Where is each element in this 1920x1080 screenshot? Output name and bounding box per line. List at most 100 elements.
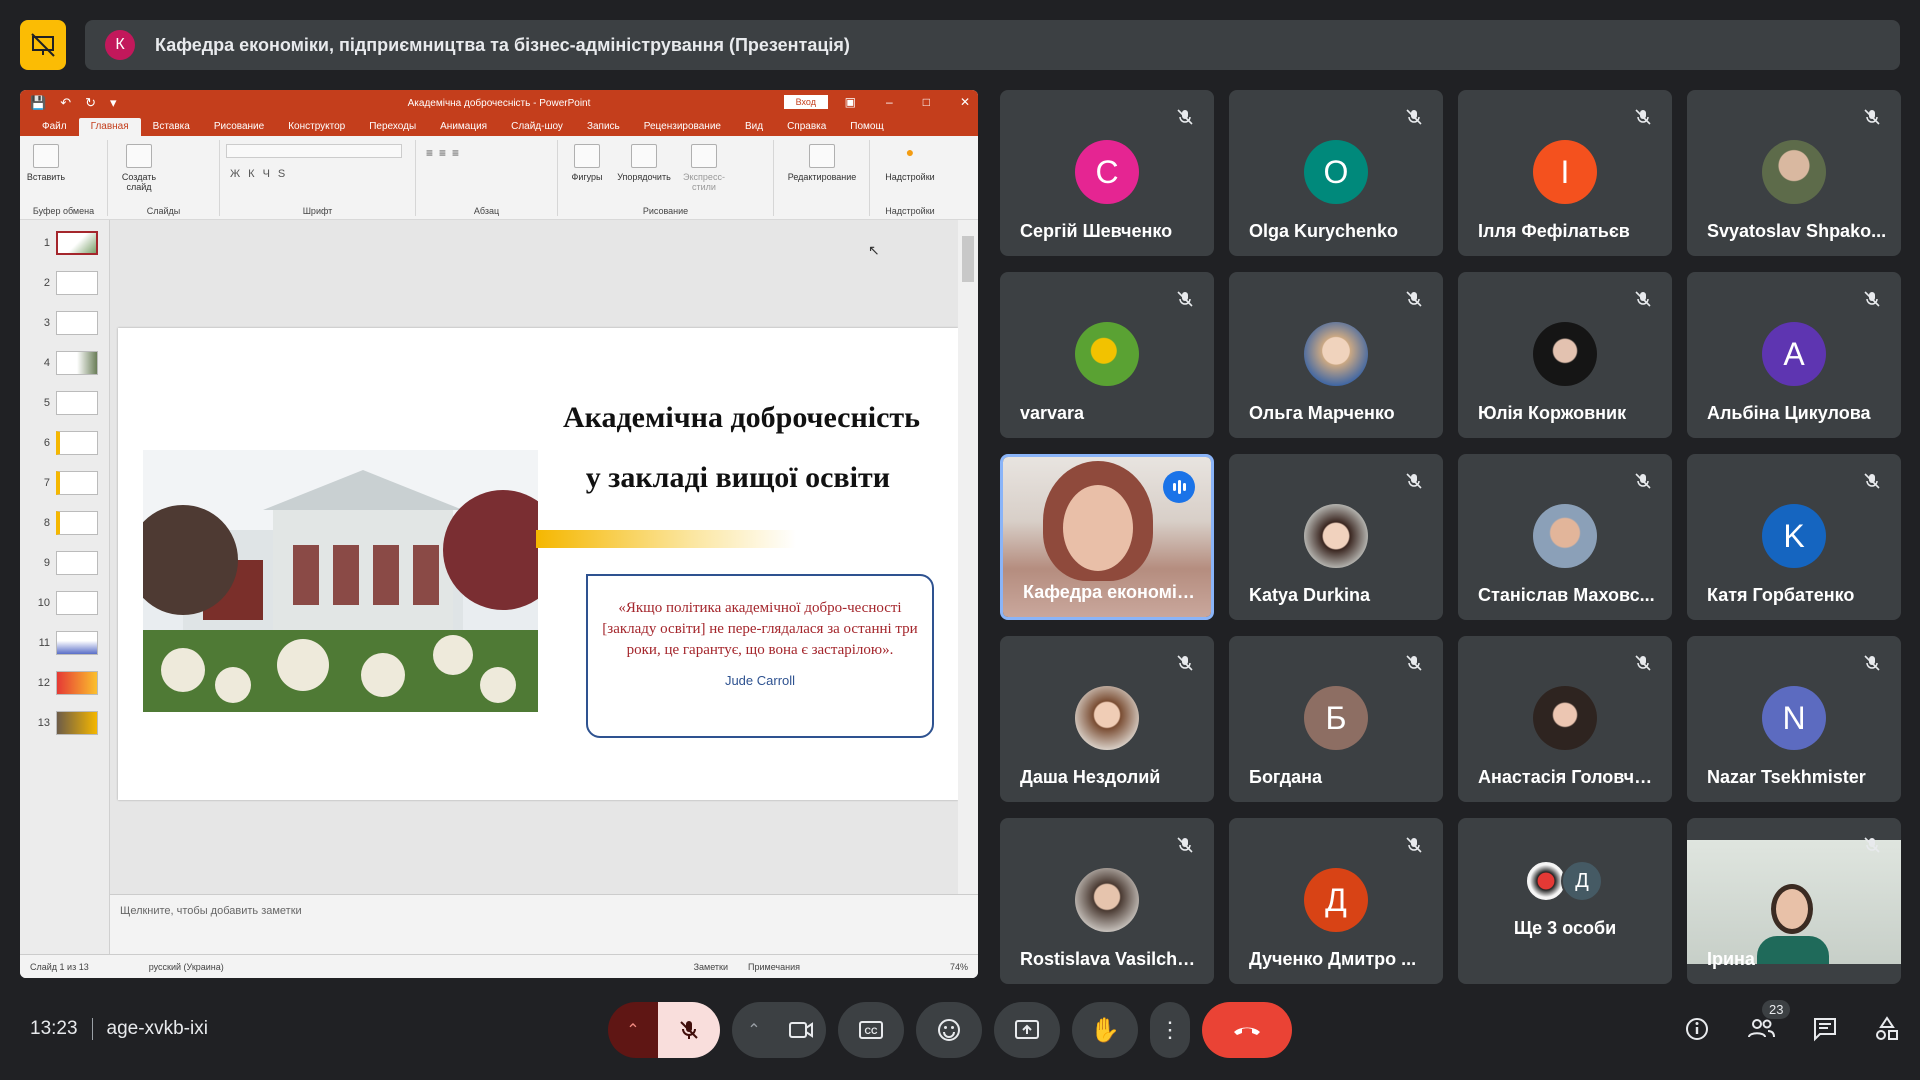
tab-record[interactable]: Запись bbox=[575, 118, 632, 136]
slide-thumb[interactable]: 2 bbox=[30, 268, 100, 298]
people-button[interactable]: 23 bbox=[1746, 1000, 1791, 1047]
ribbon-options-icon[interactable]: ▣ bbox=[845, 95, 856, 109]
reactions-button[interactable] bbox=[916, 1002, 982, 1058]
participant-tile[interactable]: Анастасія Головче... bbox=[1458, 636, 1672, 802]
paste-button[interactable]: Вставить bbox=[26, 144, 66, 182]
scrollbar-thumb[interactable] bbox=[962, 236, 974, 282]
presentation-icon[interactable] bbox=[20, 20, 66, 70]
tab-review[interactable]: Рецензирование bbox=[632, 118, 733, 136]
more-participants-tile[interactable]: Д Ще 3 особи bbox=[1458, 818, 1672, 984]
slide-thumb[interactable]: 9 bbox=[30, 548, 100, 578]
participant-tile[interactable]: Svyatoslav Shpako... bbox=[1687, 90, 1901, 256]
font-group: ЖКЧS Шрифт bbox=[220, 140, 416, 216]
participant-tile[interactable]: Ірина bbox=[1687, 818, 1901, 984]
more-participants-avatars: Д bbox=[1525, 860, 1603, 902]
save-icon[interactable]: 💾 bbox=[30, 95, 46, 111]
arrange-button[interactable]: Упорядочить bbox=[614, 144, 674, 182]
tab-help[interactable]: Справка bbox=[775, 118, 838, 136]
slide-thumb[interactable]: 12 bbox=[30, 668, 100, 698]
tab-animations[interactable]: Анимация bbox=[428, 118, 499, 136]
slide-thumb[interactable]: 10 bbox=[30, 588, 100, 618]
list-icons[interactable]: ≡≡≡ bbox=[426, 146, 465, 160]
express-styles-button[interactable]: Экспресс-стили bbox=[676, 144, 732, 192]
tab-file[interactable]: Файл bbox=[30, 118, 79, 136]
font-format-icons[interactable]: ЖКЧS bbox=[230, 168, 293, 180]
participant-tile[interactable]: K Катя Горбатенко bbox=[1687, 454, 1901, 620]
tab-insert[interactable]: Вставка bbox=[141, 118, 202, 136]
slide-thumb[interactable]: 3 bbox=[30, 308, 100, 338]
font-name-select[interactable] bbox=[226, 144, 402, 158]
customize-icon[interactable]: ▾ bbox=[110, 95, 117, 111]
notes-toggle[interactable]: Заметки bbox=[694, 962, 728, 972]
ppt-document-title: Академічна доброчесність - PowerPoint bbox=[407, 97, 591, 109]
participant-tile[interactable]: A Альбіна Цикулова bbox=[1687, 272, 1901, 438]
slide-thumb[interactable]: 7 bbox=[30, 468, 100, 498]
tab-home[interactable]: Главная bbox=[78, 118, 141, 136]
maximize-icon[interactable]: □ bbox=[923, 95, 930, 109]
slide-thumb[interactable]: 1 bbox=[30, 228, 100, 258]
participant-tile[interactable]: Станіслав Маховс... bbox=[1458, 454, 1672, 620]
participant-tile[interactable]: Даша Нездолий bbox=[1000, 636, 1214, 802]
participant-tile[interactable]: Ольга Марченко bbox=[1229, 272, 1443, 438]
tab-transitions[interactable]: Переходы bbox=[357, 118, 428, 136]
participant-tile[interactable]: N Nazar Tsekhmister bbox=[1687, 636, 1901, 802]
notes-pane[interactable]: Щелкните, чтобы добавить заметки bbox=[110, 894, 978, 954]
new-slide-icon bbox=[126, 144, 152, 168]
participant-tile[interactable]: I Ілля Фефілатьєв bbox=[1458, 90, 1672, 256]
zoom-level[interactable]: 74% bbox=[950, 962, 968, 972]
addins-button[interactable]: ● Надстройки bbox=[876, 144, 944, 182]
redo-icon[interactable]: ↻ bbox=[85, 95, 96, 111]
participant-tile-active-speaker[interactable]: Кафедра економік... bbox=[1000, 454, 1214, 620]
tab-tell-me[interactable]: Помощ bbox=[838, 118, 895, 136]
participant-tile[interactable]: Katya Durkina bbox=[1229, 454, 1443, 620]
tab-slideshow[interactable]: Слайд-шоу bbox=[499, 118, 575, 136]
tab-draw[interactable]: Рисование bbox=[202, 118, 276, 136]
participant-tile[interactable]: С Сергій Шевченко bbox=[1000, 90, 1214, 256]
slide-thumb[interactable]: 5 bbox=[30, 388, 100, 418]
language-indicator[interactable]: русский (Украина) bbox=[149, 962, 224, 972]
mic-toggle-button[interactable] bbox=[658, 1002, 720, 1058]
mic-off-icon bbox=[1864, 109, 1880, 125]
meeting-details-button[interactable] bbox=[1684, 1016, 1710, 1047]
more-options-button[interactable]: ⋮ bbox=[1150, 1002, 1190, 1058]
captions-button[interactable]: CC bbox=[838, 1002, 904, 1058]
editing-button[interactable]: Редактирование bbox=[778, 144, 866, 182]
participant-tile[interactable]: Б Богдана bbox=[1229, 636, 1443, 802]
chevron-up-icon: ⌃ bbox=[626, 1022, 640, 1039]
participant-tile[interactable]: Юлія Коржовник bbox=[1458, 272, 1672, 438]
slide-thumb[interactable]: 6 bbox=[30, 428, 100, 458]
undo-icon[interactable]: ↶ bbox=[60, 95, 71, 111]
participant-tile[interactable]: Rostislava Vasilche... bbox=[1000, 818, 1214, 984]
slide-thumb[interactable]: 8 bbox=[30, 508, 100, 538]
audio-options-button[interactable]: ⌃ bbox=[608, 1002, 658, 1058]
camera-toggle-button[interactable] bbox=[776, 1002, 826, 1058]
shapes-button[interactable]: Фигуры bbox=[562, 144, 612, 182]
close-icon[interactable]: ✕ bbox=[960, 95, 970, 109]
vertical-scrollbar[interactable] bbox=[958, 220, 978, 894]
new-slide-button[interactable]: Создать слайд bbox=[116, 144, 162, 192]
current-slide[interactable]: Академічна доброчесність у закладі вищої… bbox=[118, 328, 958, 800]
mic-off-icon bbox=[1635, 655, 1651, 671]
slide-thumb[interactable]: 13 bbox=[30, 708, 100, 738]
slide-thumb[interactable]: 4 bbox=[30, 348, 100, 378]
signin-button[interactable]: Вход bbox=[783, 95, 828, 109]
mic-off-icon bbox=[1864, 291, 1880, 307]
tab-design[interactable]: Конструктор bbox=[276, 118, 357, 136]
participant-tile[interactable]: O Olga Kurychenko bbox=[1229, 90, 1443, 256]
meeting-code[interactable]: age-xvkb-ixi bbox=[107, 1018, 208, 1040]
chat-button[interactable] bbox=[1812, 1016, 1838, 1047]
present-button[interactable] bbox=[994, 1002, 1060, 1058]
activities-button[interactable] bbox=[1874, 1016, 1900, 1047]
slide-thumb[interactable]: 11 bbox=[30, 628, 100, 658]
participant-name: Дученко Дмитро ... bbox=[1249, 949, 1417, 969]
minimize-icon[interactable]: – bbox=[886, 95, 893, 109]
video-options-button[interactable]: ⌃ bbox=[732, 1002, 776, 1058]
tab-view[interactable]: Вид bbox=[733, 118, 775, 136]
leave-call-button[interactable] bbox=[1202, 1002, 1292, 1058]
participant-name: Даша Нездолий bbox=[1020, 767, 1161, 787]
raise-hand-button[interactable]: ✋ bbox=[1072, 1002, 1138, 1058]
avatar-photo bbox=[1304, 322, 1368, 386]
comments-toggle[interactable]: Примечания bbox=[748, 962, 800, 972]
participant-tile[interactable]: Д Дученко Дмитро ... bbox=[1229, 818, 1443, 984]
participant-tile[interactable]: varvara bbox=[1000, 272, 1214, 438]
